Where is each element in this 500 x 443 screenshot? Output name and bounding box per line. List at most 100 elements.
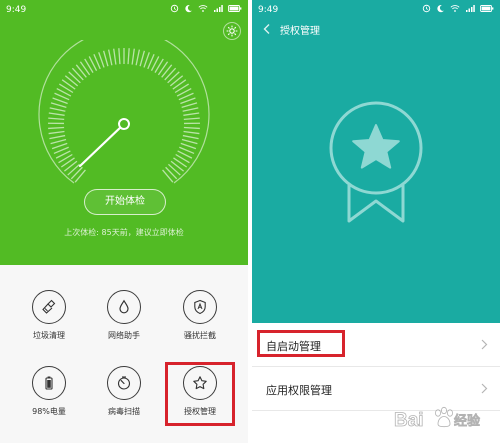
gauge-tick: [63, 160, 78, 172]
gauge-tick: [161, 64, 173, 78]
gauge-needle: [78, 123, 125, 168]
gauge-tick: [180, 142, 197, 150]
scan-gauge-icon: [117, 376, 131, 390]
status-time: 9:49: [258, 5, 279, 15]
gauge-needle-pivot: [118, 118, 130, 130]
gauge-tick: [67, 163, 81, 176]
gauge-tick: [183, 117, 200, 120]
gauge-tick: [64, 75, 79, 87]
gauge-ticks: [47, 48, 201, 183]
tool-harassment-block[interactable]: 骚扰拦截: [165, 290, 235, 360]
security-center-screen: 9:49 开始体检 上次体检: 85天前，建议立即体检 垃圾清理 网络助手 骚扰…: [0, 0, 248, 443]
tool-network-assistant[interactable]: 网络助手: [89, 290, 159, 360]
gauge-tick: [50, 138, 67, 145]
gauge-tick: [49, 107, 66, 112]
gauge-tick: [167, 163, 181, 176]
gauge-tick: [102, 50, 109, 67]
last-check-text: 上次体检: 85天前，建议立即体检: [64, 228, 184, 237]
gauge-tick: [183, 112, 200, 116]
gauge-tick: [51, 142, 68, 150]
gauge-tick: [70, 166, 83, 180]
gauge-tick: [143, 52, 150, 68]
chevron-right-icon: [481, 383, 488, 394]
signal-icon: [214, 5, 223, 12]
gauge-tick: [118, 48, 121, 65]
tool-label: 网络助手: [108, 331, 140, 340]
authorization-management-screen: 9:49 授权管理 自启动管理 应用权限管理 Bai 经验: [252, 0, 500, 443]
tool-junk-cleanup[interactable]: 垃圾清理: [14, 290, 84, 360]
score-gauge: [38, 40, 210, 184]
wifi-icon: [198, 5, 208, 12]
gauge-tick: [167, 71, 180, 84]
gauge-tick: [74, 169, 86, 183]
chevron-right-icon: [481, 339, 488, 350]
gauge-tick: [127, 48, 130, 65]
status-icons: [170, 4, 242, 13]
gauge-tick: [107, 49, 113, 66]
gauge-tick: [71, 67, 84, 81]
gauge-tick: [162, 169, 174, 183]
gauge-tick: [75, 64, 87, 78]
svg-text:经验: 经验: [454, 413, 481, 429]
gauge-tick: [68, 71, 81, 84]
header-panel: 9:49 开始体检 上次体检: 85天前，建议立即体检: [0, 0, 248, 265]
gauge-tick: [49, 134, 66, 140]
gauge-tick: [169, 75, 184, 87]
page-title: 授权管理: [280, 26, 320, 37]
moon-icon: [185, 4, 192, 13]
battery-status-icon: [228, 5, 242, 12]
shield-icon: [194, 299, 206, 315]
status-bar: 9:49: [0, 0, 248, 20]
highlight-box: [257, 330, 345, 357]
gauge-tick: [50, 102, 67, 108]
water-drop-icon: [119, 299, 129, 314]
settings-button[interactable]: [222, 21, 242, 41]
list-item-label: 应用权限管理: [266, 384, 332, 397]
gauge-tick: [181, 138, 198, 145]
tool-label: 98%电量: [32, 407, 66, 416]
tool-label: 垃圾清理: [33, 331, 65, 340]
moon-icon: [437, 4, 444, 13]
gauge-tick: [98, 52, 105, 68]
battery-status-icon: [480, 5, 494, 12]
gauge-tick: [48, 112, 65, 116]
tool-virus-scan[interactable]: 病毒扫描: [89, 366, 159, 436]
gauge-tick: [182, 134, 199, 140]
gauge-tick: [183, 126, 200, 130]
gauge-tick: [182, 107, 199, 112]
gauge-tick: [180, 97, 196, 105]
status-icons: [422, 4, 494, 13]
gauge-tick: [113, 48, 117, 65]
start-checkup-button[interactable]: 开始体检: [84, 189, 166, 215]
svg-text:Bai: Bai: [394, 410, 424, 431]
gear-icon: [223, 22, 241, 40]
tool-battery[interactable]: 98%电量: [14, 366, 84, 436]
gauge-tick: [164, 67, 177, 81]
gauge-tick: [135, 49, 141, 66]
gauge-tick: [48, 130, 65, 135]
gauge-tick: [170, 160, 185, 172]
gauge-tick: [183, 130, 200, 135]
back-arrow-icon[interactable]: [262, 23, 272, 35]
highlight-box: [165, 362, 235, 426]
gauge-tick: [165, 166, 178, 180]
wifi-icon: [450, 5, 460, 12]
gauge-tick: [52, 97, 68, 105]
tool-label: 病毒扫描: [108, 407, 140, 416]
signal-icon: [466, 5, 475, 12]
award-badge-icon: [329, 101, 423, 223]
baidu-jingyan-watermark: Bai 经验: [394, 406, 481, 431]
gauge-tick: [139, 50, 146, 67]
tool-label: 骚扰拦截: [184, 331, 216, 340]
gauge-tick: [181, 102, 198, 108]
battery-icon: [45, 376, 53, 390]
gauge-tick: [48, 126, 65, 130]
status-bar: 9:49: [252, 0, 500, 20]
gauge-tick: [48, 117, 65, 120]
broom-icon: [42, 299, 56, 314]
gauge-tick: [131, 48, 135, 65]
status-time: 9:49: [6, 5, 27, 15]
alarm-icon: [170, 4, 179, 13]
header-panel: 9:49 授权管理: [252, 0, 500, 323]
alarm-icon: [422, 4, 431, 13]
